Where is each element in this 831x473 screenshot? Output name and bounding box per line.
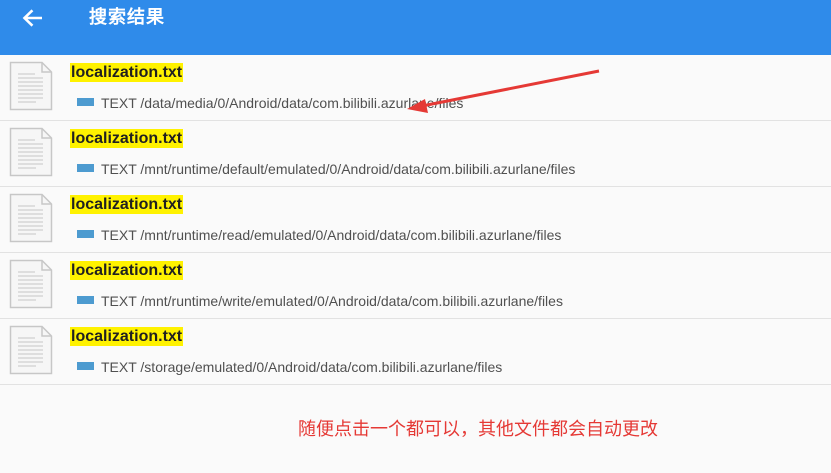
back-button[interactable] xyxy=(18,6,46,30)
file-path: TEXT /mnt/runtime/write/emulated/0/Andro… xyxy=(101,293,563,309)
text-file-icon xyxy=(9,193,53,243)
text-file-icon xyxy=(9,61,53,111)
file-type-chip xyxy=(77,98,94,106)
annotation-note: 随便点击一个都可以，其他文件都会自动更改 xyxy=(298,419,658,440)
file-name: localization.txt xyxy=(70,63,184,82)
app-bar: 搜索结果 xyxy=(0,0,831,55)
result-row[interactable]: localization.txt TEXT /data/media/0/Andr… xyxy=(0,55,831,121)
file-name: localization.txt xyxy=(70,327,184,346)
file-path: TEXT /mnt/runtime/default/emulated/0/And… xyxy=(101,161,576,177)
file-type-chip xyxy=(77,164,94,172)
text-file-icon xyxy=(9,259,53,309)
file-name: localization.txt xyxy=(70,261,184,280)
result-row[interactable]: localization.txt TEXT /mnt/runtime/read/… xyxy=(0,187,831,253)
arrow-left-icon xyxy=(22,9,42,27)
file-name: localization.txt xyxy=(70,195,184,214)
file-path: TEXT /data/media/0/Android/data/com.bili… xyxy=(101,95,464,111)
page-title: 搜索结果 xyxy=(89,7,165,28)
file-path: TEXT /mnt/runtime/read/emulated/0/Androi… xyxy=(101,227,562,243)
file-name: localization.txt xyxy=(70,129,184,148)
result-row[interactable]: localization.txt TEXT /storage/emulated/… xyxy=(0,319,831,385)
text-file-icon xyxy=(9,325,53,375)
file-type-chip xyxy=(77,362,94,370)
search-results-list: localization.txt TEXT /data/media/0/Andr… xyxy=(0,55,831,385)
file-type-chip xyxy=(77,296,94,304)
file-path: TEXT /storage/emulated/0/Android/data/co… xyxy=(101,359,503,375)
file-type-chip xyxy=(77,230,94,238)
text-file-icon xyxy=(9,127,53,177)
result-row[interactable]: localization.txt TEXT /mnt/runtime/defau… xyxy=(0,121,831,187)
result-row[interactable]: localization.txt TEXT /mnt/runtime/write… xyxy=(0,253,831,319)
